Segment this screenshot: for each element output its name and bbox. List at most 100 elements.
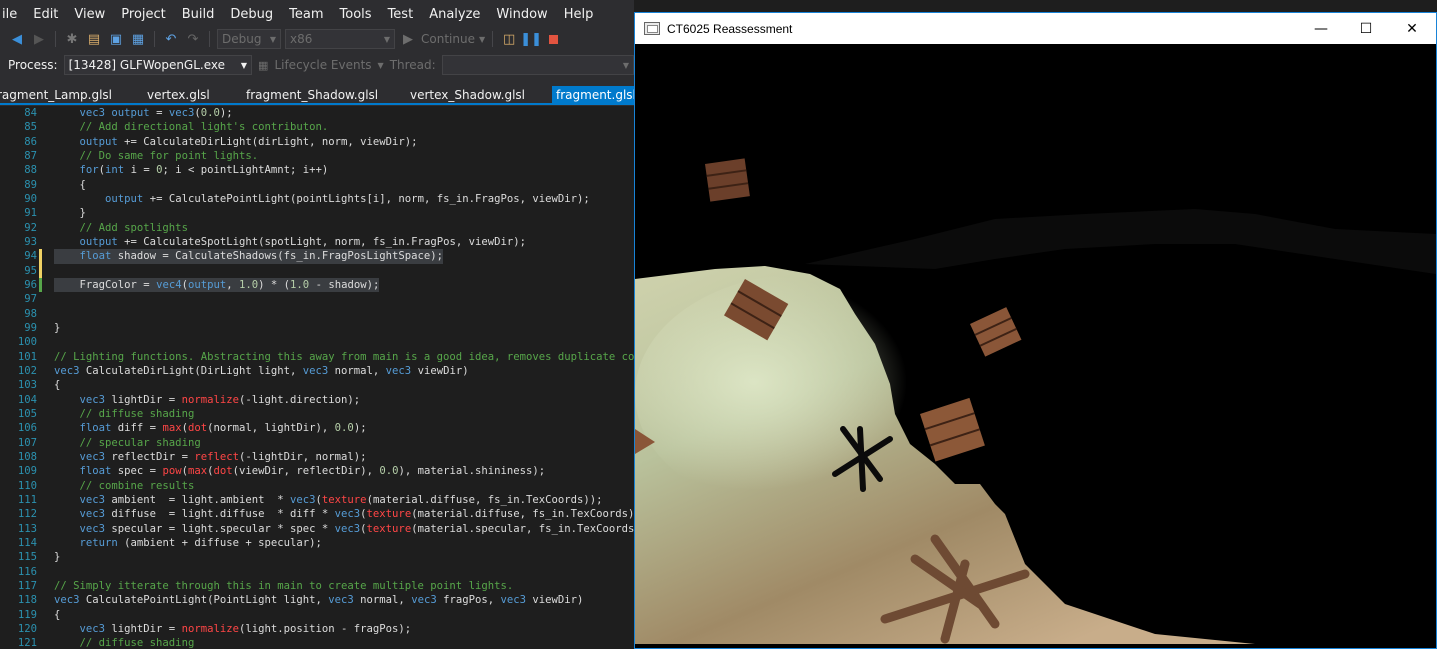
- menu-help[interactable]: Help: [556, 4, 602, 26]
- thread-select[interactable]: ▼: [441, 55, 634, 75]
- code-line[interactable]: 107 // specular shading: [0, 436, 634, 450]
- code-line[interactable]: 101 // Lighting functions. Abstracting th…: [0, 350, 634, 364]
- code-text[interactable]: float diff = max(dot(normal, lightDir), …: [54, 421, 367, 435]
- chevron-down-icon[interactable]: ▼: [378, 61, 384, 70]
- menu-tools[interactable]: Tools: [332, 4, 380, 26]
- menu-window[interactable]: Window: [488, 4, 555, 26]
- code-text[interactable]: }: [54, 206, 86, 220]
- code-line[interactable]: 97: [0, 292, 634, 306]
- render-viewport[interactable]: [635, 44, 1436, 644]
- tab-fragment-lamp[interactable]: ragment_Lamp.glsl: [0, 86, 112, 105]
- code-line[interactable]: 118 vec3 CalculatePointLight(PointLight l…: [0, 593, 634, 607]
- code-line[interactable]: 95: [0, 263, 634, 278]
- code-text[interactable]: // Lighting functions. Abstracting this …: [54, 350, 634, 364]
- save-all-icon[interactable]: ▦: [129, 30, 147, 48]
- code-text[interactable]: vec3 output = vec3(0.0);: [54, 106, 233, 120]
- code-text[interactable]: // diffuse shading: [54, 636, 195, 649]
- code-line[interactable]: 109 float spec = pow(max(dot(viewDir, re…: [0, 464, 634, 478]
- open-folder-icon[interactable]: ▤: [85, 30, 103, 48]
- tab-fragment-shadow[interactable]: fragment_Shadow.glsl: [246, 86, 378, 105]
- maximize-button[interactable]: ☐: [1343, 13, 1389, 44]
- menu-analyze[interactable]: Analyze: [421, 4, 488, 26]
- lifecycle-events-button[interactable]: Lifecycle Events: [274, 58, 371, 72]
- menu-view[interactable]: View: [66, 4, 113, 26]
- configuration-select[interactable]: Debug ▼: [217, 29, 281, 49]
- code-text[interactable]: vec3 specular = light.specular * spec * …: [54, 522, 634, 536]
- continue-button[interactable]: Continue: [421, 32, 475, 46]
- code-line[interactable]: 93 output += CalculateSpotLight(spotLigh…: [0, 235, 634, 249]
- code-text[interactable]: // specular shading: [54, 436, 201, 450]
- code-line[interactable]: 104 vec3 lightDir = normalize(-light.dir…: [0, 393, 634, 407]
- code-text[interactable]: vec3 ambient = light.ambient * vec3(text…: [54, 493, 603, 507]
- code-text[interactable]: {: [54, 378, 60, 392]
- pause-icon[interactable]: ❚❚: [520, 30, 542, 48]
- code-line[interactable]: 106 float diff = max(dot(normal, lightDi…: [0, 421, 634, 435]
- tab-vertex-shadow[interactable]: vertex_Shadow.glsl: [410, 86, 525, 105]
- code-line[interactable]: 121 // diffuse shading: [0, 636, 634, 649]
- menu-build[interactable]: Build: [174, 4, 223, 26]
- code-line[interactable]: 100: [0, 335, 634, 349]
- code-text[interactable]: float shadow = CalculateShadows(fs_in.Fr…: [54, 249, 444, 264]
- code-text[interactable]: {: [54, 178, 86, 192]
- code-text[interactable]: vec3 CalculateDirLight(DirLight light, v…: [54, 364, 469, 378]
- code-text[interactable]: output += CalculateDirLight(dirLight, no…: [54, 135, 418, 149]
- code-line[interactable]: 116: [0, 565, 634, 579]
- code-line[interactable]: 102 vec3 CalculateDirLight(DirLight light…: [0, 364, 634, 378]
- code-line[interactable]: 84 vec3 output = vec3(0.0);: [0, 106, 634, 120]
- code-line[interactable]: 112 vec3 diffuse = light.diffuse * diff …: [0, 507, 634, 521]
- code-text[interactable]: // Add directional light's contributon.: [54, 120, 329, 134]
- code-text[interactable]: output += CalculatePointLight(pointLight…: [54, 192, 590, 206]
- code-line[interactable]: 98: [0, 307, 634, 321]
- opengl-titlebar[interactable]: CT6025 Reassessment — ☐ ✕: [635, 13, 1436, 44]
- stop-icon[interactable]: [544, 30, 562, 48]
- code-line[interactable]: 90 output += CalculatePointLight(pointLi…: [0, 192, 634, 206]
- code-line[interactable]: 87 // Do same for point lights.: [0, 149, 634, 163]
- tab-fragment-active[interactable]: fragment.glsl*: [552, 86, 634, 105]
- forward-icon[interactable]: ▶: [30, 30, 48, 48]
- code-line[interactable]: 96 FragColor = vec4(output, 1.0) * (1.0 …: [0, 277, 634, 293]
- code-text[interactable]: vec3 lightDir = normalize(-light.directi…: [54, 393, 361, 407]
- code-line[interactable]: 108 vec3 reflectDir = reflect(-lightDir,…: [0, 450, 634, 464]
- code-line[interactable]: 120 vec3 lightDir = normalize(light.posi…: [0, 622, 634, 636]
- code-line[interactable]: 119 {: [0, 608, 634, 622]
- code-text[interactable]: // Add spotlights: [54, 221, 188, 235]
- code-line[interactable]: 99}: [0, 321, 634, 335]
- code-line[interactable]: 89 {: [0, 178, 634, 192]
- menu-edit[interactable]: Edit: [25, 4, 66, 26]
- code-text[interactable]: for(int i = 0; i < pointLightAmnt; i++): [54, 163, 329, 177]
- code-line[interactable]: 111 vec3 ambient = light.ambient * vec3(…: [0, 493, 634, 507]
- code-text[interactable]: }: [54, 550, 60, 564]
- code-line[interactable]: 110 // combine results: [0, 479, 634, 493]
- back-icon[interactable]: ◀: [8, 30, 26, 48]
- code-text[interactable]: vec3 CalculatePointLight(PointLight ligh…: [54, 593, 583, 607]
- code-text[interactable]: // Do same for point lights.: [54, 149, 259, 163]
- code-text[interactable]: vec3 lightDir = normalize(light.position…: [54, 622, 412, 636]
- undo-icon[interactable]: ↶: [162, 30, 180, 48]
- code-line[interactable]: 91 }: [0, 206, 634, 220]
- save-icon[interactable]: ▣: [107, 30, 125, 48]
- menu-project[interactable]: Project: [113, 4, 173, 26]
- minimize-button[interactable]: —: [1298, 13, 1344, 44]
- code-text[interactable]: vec3 diffuse = light.diffuse * diff * ve…: [54, 507, 634, 521]
- chevron-down-icon[interactable]: ▼: [479, 35, 485, 44]
- code-line[interactable]: 86 output += CalculateDirLight(dirLight,…: [0, 135, 634, 149]
- code-text[interactable]: output += CalculateSpotLight(spotLight, …: [54, 235, 526, 249]
- code-text[interactable]: // Simply itterate through this in main …: [54, 579, 513, 593]
- process-select[interactable]: [13428] GLFWopenGL.exe ▼: [63, 55, 253, 75]
- code-line[interactable]: 114 return (ambient + diffuse + specular…: [0, 536, 634, 550]
- menu-debug[interactable]: Debug: [222, 4, 281, 26]
- code-line[interactable]: 105 // diffuse shading: [0, 407, 634, 421]
- code-line[interactable]: 94 float shadow = CalculateShadows(fs_in…: [0, 249, 634, 264]
- code-line[interactable]: 103 {: [0, 378, 634, 392]
- redo-icon[interactable]: ↷: [184, 30, 202, 48]
- code-text[interactable]: // diffuse shading: [54, 407, 195, 421]
- menu-team[interactable]: Team: [281, 4, 331, 26]
- code-line[interactable]: 115}: [0, 550, 634, 564]
- code-line[interactable]: 92 // Add spotlights: [0, 221, 634, 235]
- code-text[interactable]: float spec = pow(max(dot(viewDir, reflec…: [54, 464, 546, 478]
- code-line[interactable]: 85 // Add directional light's contributo…: [0, 120, 634, 134]
- code-line[interactable]: 113 vec3 specular = light.specular * spe…: [0, 522, 634, 536]
- code-text[interactable]: }: [54, 321, 60, 335]
- menu-file[interactable]: ile: [0, 4, 25, 26]
- code-text[interactable]: FragColor = vec4(output, 1.0) * (1.0 - s…: [54, 277, 380, 293]
